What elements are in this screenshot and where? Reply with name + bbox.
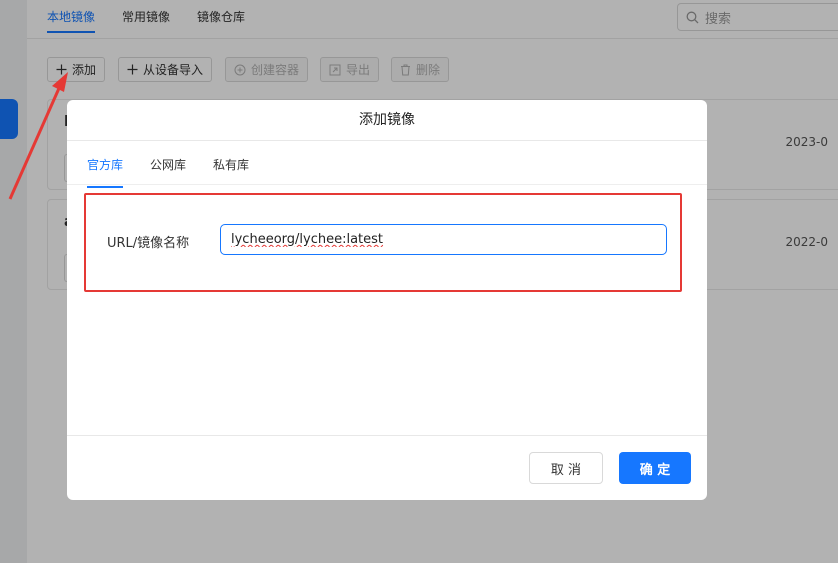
dialog-tabs: 官方库 公网库 私有库 bbox=[67, 141, 707, 188]
dialog-title: 添加镜像 bbox=[67, 100, 707, 141]
dialog-footer: 取 消 确 定 bbox=[67, 435, 707, 500]
add-image-dialog: 添加镜像 官方库 公网库 私有库 URL/镜像名称 取 消 确 定 bbox=[67, 100, 707, 500]
tab-public-repo[interactable]: 公网库 bbox=[150, 156, 186, 173]
tab-private-repo[interactable]: 私有库 bbox=[213, 156, 249, 173]
tab-official-repo[interactable]: 官方库 bbox=[87, 156, 124, 188]
annotation-highlight-box bbox=[84, 193, 682, 292]
confirm-button[interactable]: 确 定 bbox=[619, 452, 691, 484]
cancel-button[interactable]: 取 消 bbox=[529, 452, 603, 484]
